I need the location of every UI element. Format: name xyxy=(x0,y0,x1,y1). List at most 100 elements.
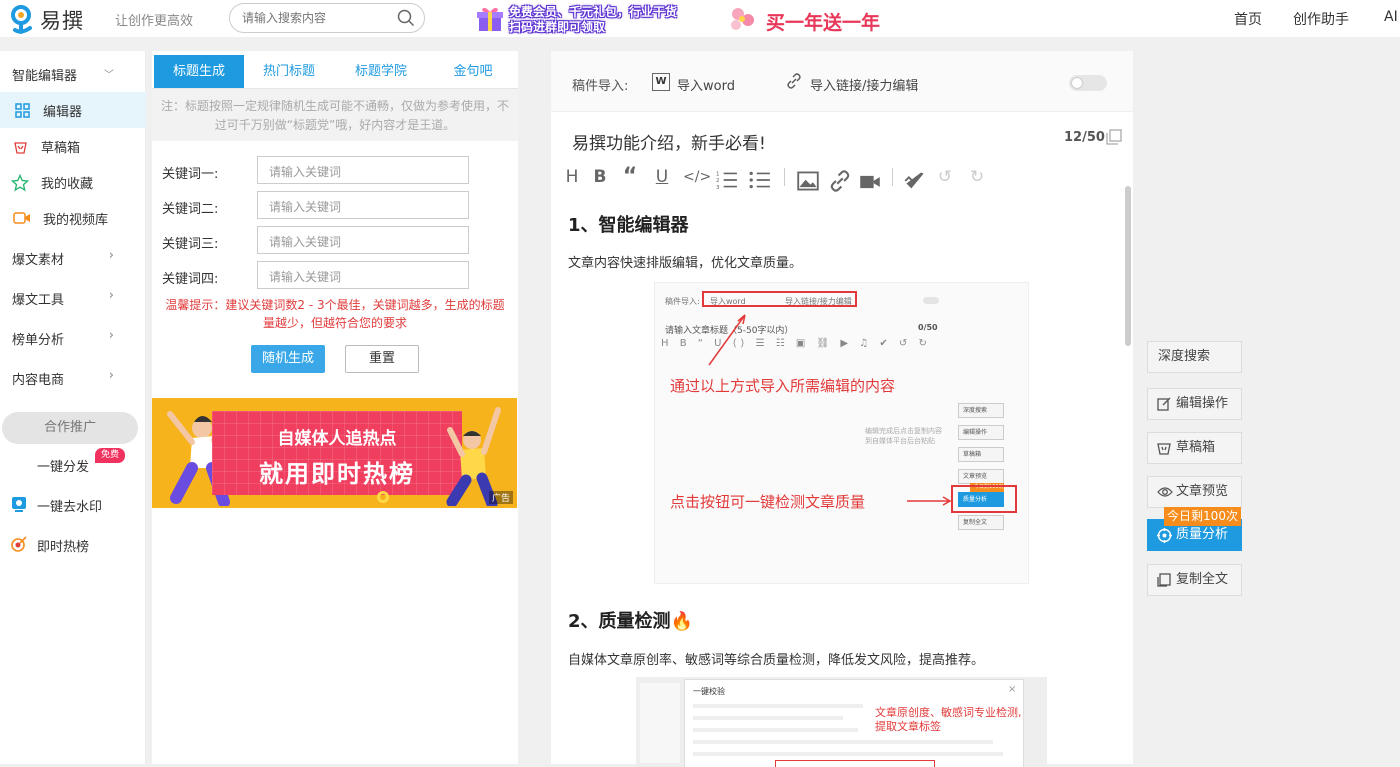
tutorial-quality-highlight xyxy=(951,485,1017,513)
underline-icon[interactable]: U xyxy=(651,165,673,189)
sidebar-item-content-commerce[interactable]: 内容电商 › xyxy=(0,360,146,396)
document-title[interactable]: 易撰功能介绍，新手必看! xyxy=(572,129,766,154)
sidebar-item-editor[interactable]: 编辑器 xyxy=(0,92,146,128)
copy-all-button[interactable]: 复制全文 xyxy=(1147,564,1242,596)
tutorial-button-panel: 深度搜索 编辑操作 草稿箱 文章预览 今日剩100次 质量分析 复制全文 xyxy=(953,403,1011,533)
sidebar-item-smart-editor[interactable]: 智能编辑器 ﹀ xyxy=(0,56,146,92)
basket-icon xyxy=(1157,443,1171,455)
sidebar-item-favorites[interactable]: 我的收藏 xyxy=(0,164,146,200)
import-link-button[interactable]: 导入链接/接力编辑 xyxy=(810,75,918,94)
tutorial-toolbar: H B “ U ⟨⟩ ☰ ☷ ▣ ⛓ ▶ ♫ ✔ ↺ ↻ xyxy=(661,338,931,349)
tab-hot-titles[interactable]: 热门标题 xyxy=(244,55,334,88)
deep-search-label: 深度搜索 xyxy=(1158,349,1211,364)
logo-text[interactable]: 易撰 xyxy=(40,5,84,35)
sidebar-item-remove-watermark[interactable]: 一键去水印 xyxy=(0,487,146,523)
import-label: 稿件导入: xyxy=(572,79,629,94)
import-word-button[interactable]: 导入word xyxy=(677,75,735,94)
chevron-right-icon: › xyxy=(108,288,114,303)
search-input[interactable] xyxy=(242,9,392,27)
remaining-count-badge: 今日剩100次 xyxy=(1164,507,1241,526)
video-icon[interactable] xyxy=(859,170,881,194)
keyword-3-input[interactable]: 请输入关键词 xyxy=(257,226,469,254)
logo-icon[interactable] xyxy=(8,4,38,34)
editor-tutorial-image: 稿件导入: 导入word 导入链接/接力编辑 请输入文章标题（5-50字以内） … xyxy=(654,282,1029,584)
ordered-list-icon[interactable]: 123 xyxy=(716,168,738,192)
tab-golden-quotes[interactable]: 金句吧 xyxy=(428,55,518,88)
brush-icon[interactable] xyxy=(904,169,926,193)
bold-icon[interactable]: B xyxy=(589,165,611,189)
link-icon[interactable] xyxy=(829,169,851,193)
promo-line-2: 扫码进群即可领取 xyxy=(509,20,606,34)
sidebar-item-drafts[interactable]: 草稿箱 xyxy=(0,128,146,164)
tutorial-dialog-line xyxy=(693,716,843,720)
tutorial-import-link: 导入链接/接力编辑 xyxy=(785,297,852,306)
promo-sale-banner[interactable]: 买一年送一年 xyxy=(726,2,906,36)
sidebar-item-rank-analysis[interactable]: 榜单分析 › xyxy=(0,320,146,356)
tab-title-generate[interactable]: 标题生成 xyxy=(154,55,244,88)
sidebar-item-label: 智能编辑器 xyxy=(12,69,78,84)
chevron-down-icon: ﹀ xyxy=(104,70,114,81)
svg-text:1: 1 xyxy=(716,172,720,178)
random-generate-button[interactable]: 随机生成 xyxy=(251,345,325,373)
eye-icon xyxy=(1157,487,1173,497)
section-heading-2: 2、质量检测🔥 xyxy=(568,611,693,632)
tutorial-dialog-line xyxy=(693,740,993,744)
tutorial-mini-button: 深度搜索 xyxy=(958,403,1004,418)
sidebar-item-viral-material[interactable]: 爆文素材 › xyxy=(0,240,146,276)
import-toggle[interactable] xyxy=(1069,75,1107,91)
tutorial-dialog-title: 一键校验 xyxy=(693,687,725,696)
copy-icon[interactable] xyxy=(1106,129,1122,145)
basket-icon xyxy=(14,142,27,154)
nav-creation-assistant[interactable]: 创作助手 xyxy=(1293,9,1349,29)
sidebar-item-label: 草稿箱 xyxy=(41,141,81,156)
heading-icon[interactable]: H xyxy=(561,165,583,189)
link-icon[interactable] xyxy=(786,73,802,89)
reset-button[interactable]: 重置 xyxy=(345,345,419,373)
toolbar-divider xyxy=(784,168,785,186)
sidebar-item-viral-tools[interactable]: 爆文工具 › xyxy=(0,280,146,316)
drafts-button[interactable]: 草稿箱 xyxy=(1147,432,1242,464)
sidebar-item-label: 爆文工具 xyxy=(12,293,65,308)
decor-ring xyxy=(377,491,389,503)
toggle-knob xyxy=(1071,77,1083,89)
hot-list-ad-banner[interactable]: 自媒体人追热点 就用即时热榜 广告 xyxy=(152,398,517,508)
promo-member-banner[interactable]: 免费会员、千元礼包，行业干货 扫码进群即可领取 xyxy=(476,2,706,35)
editor-scrollbar[interactable] xyxy=(1125,186,1131,346)
copy-icon xyxy=(1157,573,1171,587)
keyword-3-label: 关键词三: xyxy=(162,237,219,252)
search-icon[interactable] xyxy=(397,9,415,27)
watermark-icon xyxy=(12,497,26,512)
coop-promotion-button[interactable]: 合作推广 xyxy=(2,412,138,444)
sidebar-item-label: 爆文素材 xyxy=(12,253,65,268)
preview-button[interactable]: 文章预览 xyxy=(1147,476,1242,508)
keyword-4-input[interactable]: 请输入关键词 xyxy=(257,261,469,289)
search-box[interactable] xyxy=(229,3,425,33)
star-icon xyxy=(11,174,29,192)
keyword-2-input[interactable]: 请输入关键词 xyxy=(257,191,469,219)
sidebar-item-hot-list[interactable]: 即时热榜 xyxy=(0,527,146,563)
sidebar-item-label: 我的收藏 xyxy=(41,177,94,192)
banner-board: 自媒体人追热点 就用即时热榜 xyxy=(212,411,462,495)
code-icon[interactable]: </> xyxy=(683,165,711,189)
sidebar-item-label: 内容电商 xyxy=(12,373,65,388)
chevron-right-icon: › xyxy=(108,328,114,343)
undo-icon[interactable]: ↺ xyxy=(934,165,956,189)
keyword-1-label: 关键词一: xyxy=(162,167,219,182)
tutorial-caption: 文章原创度、敏感词专业检测, 提取文章标签 xyxy=(875,706,1022,733)
image-icon[interactable] xyxy=(797,169,819,193)
edit-operation-button[interactable]: 编辑操作 xyxy=(1147,388,1242,420)
sidebar-item-video-library[interactable]: 我的视频库 xyxy=(0,200,146,236)
redo-icon[interactable]: ↻ xyxy=(966,165,988,189)
keyword-2-label: 关键词二: xyxy=(162,202,219,217)
quote-icon[interactable]: “ xyxy=(619,165,641,189)
nav-ai[interactable]: AI xyxy=(1384,9,1398,25)
keyword-1-input[interactable]: 请输入关键词 xyxy=(257,156,469,184)
bullet-list-icon[interactable] xyxy=(749,168,771,192)
section-paragraph-2: 自媒体文章原创率、敏感词等综合质量检测，降低发文风险，提高推荐。 xyxy=(568,653,985,668)
chevron-right-icon: › xyxy=(108,248,114,263)
word-icon[interactable]: W xyxy=(652,73,670,91)
target-icon xyxy=(1157,528,1172,543)
tab-title-academy[interactable]: 标题学院 xyxy=(336,55,426,88)
arrow-annotation-icon xyxy=(708,314,746,366)
deep-search-button[interactable]: 深度搜索 xyxy=(1147,341,1242,373)
